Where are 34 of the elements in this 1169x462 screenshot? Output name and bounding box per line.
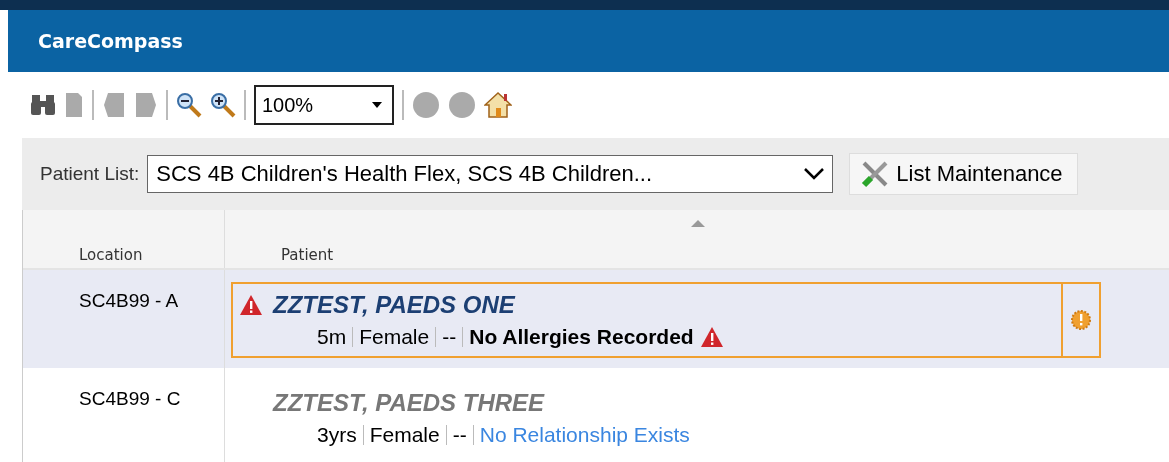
age-text: 5m: [317, 325, 347, 349]
age-text: 3yrs: [317, 423, 357, 447]
circle-icon[interactable]: [412, 91, 440, 119]
zoom-out-icon[interactable]: [176, 92, 202, 118]
dash-text: --: [442, 325, 457, 349]
patient-name[interactable]: ZZTEST, PAEDS THREE: [273, 389, 545, 417]
sex-text: Female: [369, 423, 440, 447]
binoculars-icon[interactable]: [30, 93, 56, 117]
left-page-icon[interactable]: [102, 92, 126, 118]
sex-text: Female: [359, 325, 430, 349]
home-icon[interactable]: [484, 91, 512, 119]
column-header[interactable]: Patient: [281, 246, 334, 264]
page-icon[interactable]: [64, 92, 84, 118]
allergy-text: No Allergies Recorded: [469, 325, 694, 349]
sort-ascending-icon: [691, 220, 705, 227]
patient-row[interactable]: SC4B99 - A ZZTEST, PAEDS ONE 5m Female -- No Allergies Recorded: [23, 270, 1169, 368]
location-text: SC4B99 - C: [79, 388, 181, 409]
caret-icon: [372, 102, 382, 108]
patient-row[interactable]: SC4B99 - C ZZTEST, PAEDS THREE 3yrs Female -- No Relationship Exists: [23, 368, 1169, 462]
window-title: CareCompass: [38, 30, 183, 52]
location-text: SC4B99 - A: [79, 290, 179, 311]
zoom-dropdown[interactable]: 100%: [254, 85, 394, 125]
column-header[interactable]: Location: [79, 246, 143, 264]
patient-name[interactable]: ZZTEST, PAEDS ONE: [273, 291, 515, 319]
patient-list-dropdown[interactable]: SCS 4B Children's Health Flex, SCS 4B Children...: [147, 155, 834, 193]
circle-icon[interactable]: [448, 91, 476, 119]
relationship-link[interactable]: No Relationship Exists: [479, 423, 690, 447]
right-page-icon[interactable]: [134, 92, 158, 118]
zoom-in-icon[interactable]: [210, 92, 236, 118]
list-maintenance-button[interactable]: List Maintenance: [849, 153, 1078, 195]
warning-icon: [699, 326, 724, 348]
dash-text: --: [452, 423, 467, 447]
chevron-down-icon: [804, 168, 825, 180]
patient-list-label: Patient List:: [40, 163, 140, 185]
